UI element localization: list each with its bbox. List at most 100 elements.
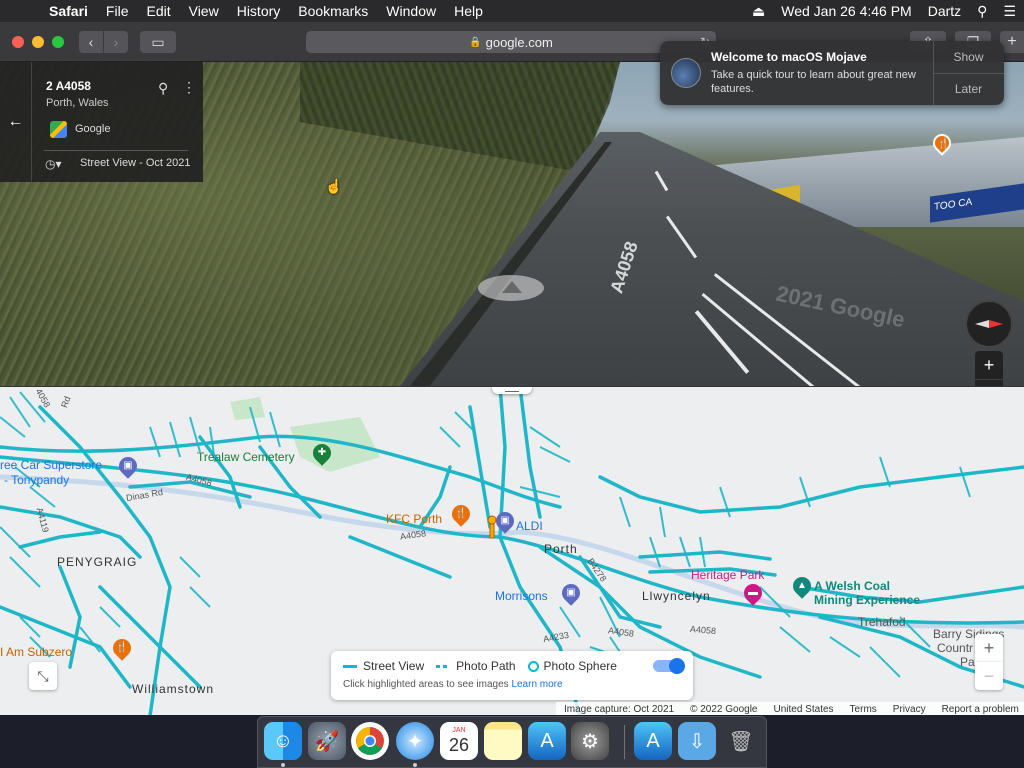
more-options-icon[interactable]: ⋮ bbox=[182, 79, 196, 96]
streetview-zoom-in-button[interactable]: + bbox=[975, 351, 1003, 379]
museum-pin-icon[interactable]: ▲ bbox=[789, 573, 815, 599]
restaurant-pin-icon[interactable]: 🍴 bbox=[109, 635, 135, 661]
address-bar[interactable]: 🔒 google.com ↻ bbox=[306, 31, 716, 53]
google-maps-icon bbox=[50, 121, 67, 138]
sidebar-icon: ▭ bbox=[151, 33, 165, 50]
calendar-icon[interactable]: JAN 26 bbox=[440, 722, 478, 760]
legend-street-view: Street View bbox=[363, 659, 425, 673]
window-minimize-button[interactable] bbox=[32, 36, 44, 48]
system-preferences-icon[interactable]: ⚙ bbox=[571, 722, 609, 760]
calendar-day: 26 bbox=[448, 735, 470, 755]
restaurant-pin-icon[interactable]: 🍴 bbox=[448, 501, 474, 527]
map-label-porth[interactable]: Porth bbox=[544, 542, 578, 556]
compass-icon[interactable] bbox=[965, 300, 1013, 348]
menu-bar: Safari File Edit View History Bookmarks … bbox=[0, 0, 1024, 22]
map-label-subzero[interactable]: I Am Subzero bbox=[0, 645, 72, 659]
street-view-swatch bbox=[343, 664, 357, 668]
region-link[interactable]: United States bbox=[766, 704, 842, 715]
panel-resize-handle[interactable] bbox=[492, 387, 532, 394]
legend-photo-sphere: Photo Sphere bbox=[543, 659, 617, 673]
map-label-aldi[interactable]: ALDI bbox=[516, 519, 543, 533]
photo-path-swatch bbox=[436, 664, 451, 668]
map-label-penygraig[interactable]: PENYGRAIG bbox=[57, 555, 137, 569]
launchpad-icon[interactable]: 🚀 bbox=[308, 722, 346, 760]
menu-bookmarks[interactable]: Bookmarks bbox=[289, 0, 377, 22]
terms-link[interactable]: Terms bbox=[842, 704, 885, 715]
navigation-arrow[interactable] bbox=[478, 275, 544, 301]
sidebar-button[interactable]: ▭ bbox=[140, 31, 176, 53]
map-label-trehafod[interactable]: Trehafod bbox=[858, 615, 906, 629]
chrome-icon[interactable] bbox=[351, 722, 389, 760]
notification-center-icon[interactable]: ☰ bbox=[995, 3, 1024, 20]
dock: ☺ 🚀 ✦ JAN 26 A ⚙ A ⇩ 🗑 bbox=[257, 716, 767, 768]
map-label-park[interactable]: Pa bbox=[960, 655, 975, 669]
image-capture-date: Image capture: Oct 2021 bbox=[564, 703, 675, 715]
capture-date-label[interactable]: Street View - Oct 2021 bbox=[80, 157, 190, 169]
window-close-button[interactable] bbox=[12, 36, 24, 48]
map-label-kfc[interactable]: KFC Porth bbox=[386, 512, 442, 526]
map-zoom-out-button[interactable]: − bbox=[975, 662, 1003, 690]
eject-icon[interactable]: ⏏ bbox=[744, 3, 773, 20]
provider-label: Google bbox=[75, 123, 111, 135]
menu-history[interactable]: History bbox=[228, 0, 290, 22]
location-pin-icon[interactable]: ⚲ bbox=[158, 80, 168, 97]
notes-icon[interactable] bbox=[484, 722, 522, 760]
shopping-pin-icon[interactable]: ▣ bbox=[115, 453, 141, 479]
coverage-toggle-switch[interactable] bbox=[653, 658, 685, 674]
forward-button[interactable]: › bbox=[104, 31, 128, 53]
safari-icon[interactable]: ✦ bbox=[396, 722, 434, 760]
history-clock-icon[interactable]: ◷▾ bbox=[45, 157, 62, 171]
menu-view[interactable]: View bbox=[180, 0, 228, 22]
map-label-welsh-coal[interactable]: A Welsh Coal bbox=[814, 579, 890, 593]
app-store-download-icon[interactable]: A bbox=[634, 722, 672, 760]
finder-icon[interactable]: ☺ bbox=[264, 722, 302, 760]
map-panel[interactable]: 4058 Rd ree Car Superstore ▣ - Tonypandy… bbox=[0, 386, 1024, 715]
pegman-location-icon[interactable] bbox=[487, 515, 497, 541]
map-label-mining-experience[interactable]: Mining Experience bbox=[814, 593, 920, 607]
trash-icon[interactable]: 🗑 bbox=[722, 722, 760, 760]
map-label-heritage-park[interactable]: Heritage Park bbox=[691, 568, 764, 582]
cemetery-pin-icon[interactable]: ✚ bbox=[309, 440, 335, 466]
photo-sphere-swatch bbox=[527, 660, 539, 672]
legend-hint-text: Click highlighted areas to see images bbox=[343, 679, 509, 690]
map-zoom-in-button[interactable]: + bbox=[975, 634, 1003, 662]
chevron-right-icon: › bbox=[113, 34, 119, 50]
legend-hint: Click highlighted areas to see images Le… bbox=[343, 679, 563, 690]
map-label-superstore[interactable]: ree Car Superstore bbox=[0, 458, 102, 472]
map-coverage-legend: Street View Photo Path Photo Sphere Clic… bbox=[331, 651, 693, 700]
menubar-clock[interactable]: Wed Jan 26 4:46 PM bbox=[773, 3, 919, 19]
app-store-icon[interactable]: A bbox=[528, 722, 566, 760]
back-button[interactable]: ‹ bbox=[79, 31, 103, 53]
macos-notification: Welcome to macOS Mojave Take a quick tou… bbox=[660, 41, 1004, 105]
copyright-text: © 2022 Google bbox=[690, 703, 758, 715]
menubar-user[interactable]: Dartz bbox=[920, 3, 969, 19]
collapse-map-button[interactable]: ⤡ bbox=[29, 662, 57, 690]
notification-later-button[interactable]: Later bbox=[933, 73, 1004, 105]
privacy-link[interactable]: Privacy bbox=[885, 704, 934, 715]
address-text: google.com bbox=[485, 34, 553, 50]
menu-edit[interactable]: Edit bbox=[137, 0, 179, 22]
plus-icon: + bbox=[983, 354, 995, 375]
spotlight-search-icon[interactable]: ⚲ bbox=[969, 3, 995, 20]
downloads-folder-icon[interactable]: ⇩ bbox=[678, 722, 716, 760]
map-label-williamstown[interactable]: Williamstown bbox=[132, 682, 214, 696]
map-label-tonypandy[interactable]: - Tonypandy bbox=[4, 473, 69, 487]
shopping-pin-icon[interactable]: ▣ bbox=[558, 580, 584, 606]
learn-more-link[interactable]: Learn more bbox=[511, 679, 562, 690]
notification-show-button[interactable]: Show bbox=[933, 41, 1004, 73]
notification-body: Take a quick tour to learn about great n… bbox=[711, 69, 916, 95]
window-zoom-button[interactable] bbox=[52, 36, 64, 48]
map-label-morrisons[interactable]: Morrisons bbox=[495, 589, 548, 603]
back-arrow-icon[interactable]: ← bbox=[0, 62, 32, 182]
menu-file[interactable]: File bbox=[97, 0, 138, 22]
map-label-llwyncelyn[interactable]: Llwyncelyn bbox=[642, 589, 711, 603]
chrome-logo bbox=[356, 727, 384, 755]
menu-help[interactable]: Help bbox=[445, 0, 492, 22]
report-problem-link[interactable]: Report a problem bbox=[934, 704, 1024, 715]
menu-window[interactable]: Window bbox=[377, 0, 445, 22]
menu-app-safari[interactable]: Safari bbox=[40, 0, 97, 22]
chevron-left-icon: ‹ bbox=[88, 34, 94, 50]
map-label-cemetery[interactable]: Trealaw Cemetery bbox=[197, 450, 295, 464]
hotel-pin-icon[interactable]: ▬ bbox=[740, 580, 766, 606]
map-label-country[interactable]: Countr bbox=[937, 641, 973, 655]
